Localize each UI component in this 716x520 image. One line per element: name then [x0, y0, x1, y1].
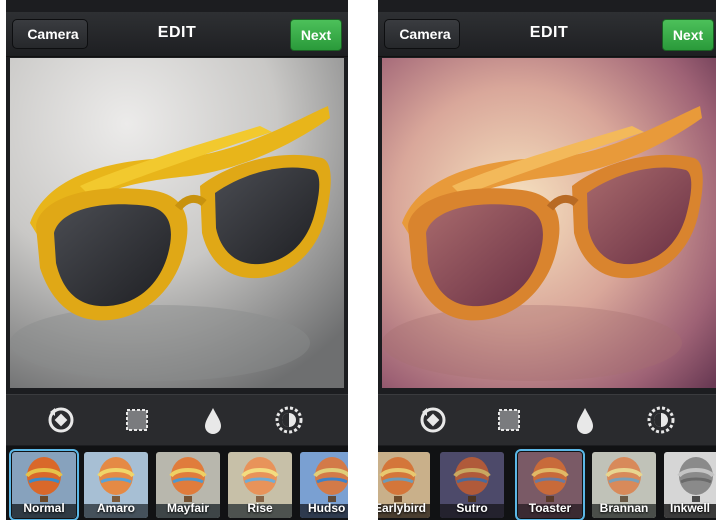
filter-strip: Normal Amaro Mayfair Rise Hudso: [6, 446, 348, 520]
filter-label: Inkwell: [670, 501, 711, 515]
lux-sun-icon[interactable]: [274, 405, 304, 435]
filter-label: Earlybird: [378, 501, 426, 515]
filter-toaster[interactable]: Toaster: [515, 449, 585, 520]
photo-preview-toaster: [382, 58, 716, 388]
filter-label: Rise: [247, 501, 273, 515]
next-button[interactable]: Next: [290, 19, 342, 51]
lux-sun-icon[interactable]: [646, 405, 676, 435]
edit-tools-bar: [378, 394, 716, 445]
rotate-icon[interactable]: [46, 405, 76, 435]
filter-brannan[interactable]: Brannan: [592, 452, 656, 518]
filter-mayfair[interactable]: Mayfair: [156, 452, 220, 518]
next-button[interactable]: Next: [662, 19, 714, 51]
filter-label: Amaro: [96, 501, 135, 515]
filter-amaro[interactable]: Amaro: [84, 452, 148, 518]
top-nav-bar: Camera EDIT Next: [378, 12, 716, 57]
filter-label: Mayfair: [166, 501, 210, 515]
drop-blur-icon[interactable]: [198, 405, 228, 435]
rotate-icon[interactable]: [418, 405, 448, 435]
filter-earlybird[interactable]: Earlybird: [378, 452, 430, 518]
filter-normal[interactable]: Normal: [9, 449, 79, 520]
filter-inkwell[interactable]: Inkwell: [664, 452, 716, 518]
filter-label: Sutro: [456, 501, 488, 515]
filter-strip: Earlybird Sutro Toaster Brannan Inkwell: [378, 446, 716, 520]
filter-label: Brannan: [599, 501, 649, 515]
camera-back-label: Camera: [27, 26, 79, 42]
filter-sutro[interactable]: Sutro: [440, 452, 504, 518]
filter-label: Normal: [23, 501, 65, 515]
top-nav-bar: Camera EDIT Next: [6, 12, 348, 57]
filter-hudson[interactable]: Hudso: [300, 452, 348, 518]
border-frame-icon[interactable]: [122, 405, 152, 435]
drop-blur-icon[interactable]: [570, 405, 600, 435]
photo-preview-normal: [10, 58, 344, 388]
phone-screen-normal: Camera EDIT Next Normal Amaro Mayfair Ri…: [6, 0, 348, 520]
filter-rise[interactable]: Rise: [228, 452, 292, 518]
camera-back-label: Camera: [399, 26, 451, 42]
border-frame-icon[interactable]: [494, 405, 524, 435]
filter-label: Toaster: [528, 501, 572, 515]
phone-screen-toaster: Camera EDIT Next Earlybird Sutro Toaster…: [378, 0, 716, 520]
edit-tools-bar: [6, 394, 348, 445]
filter-label: Hudso: [308, 501, 346, 515]
